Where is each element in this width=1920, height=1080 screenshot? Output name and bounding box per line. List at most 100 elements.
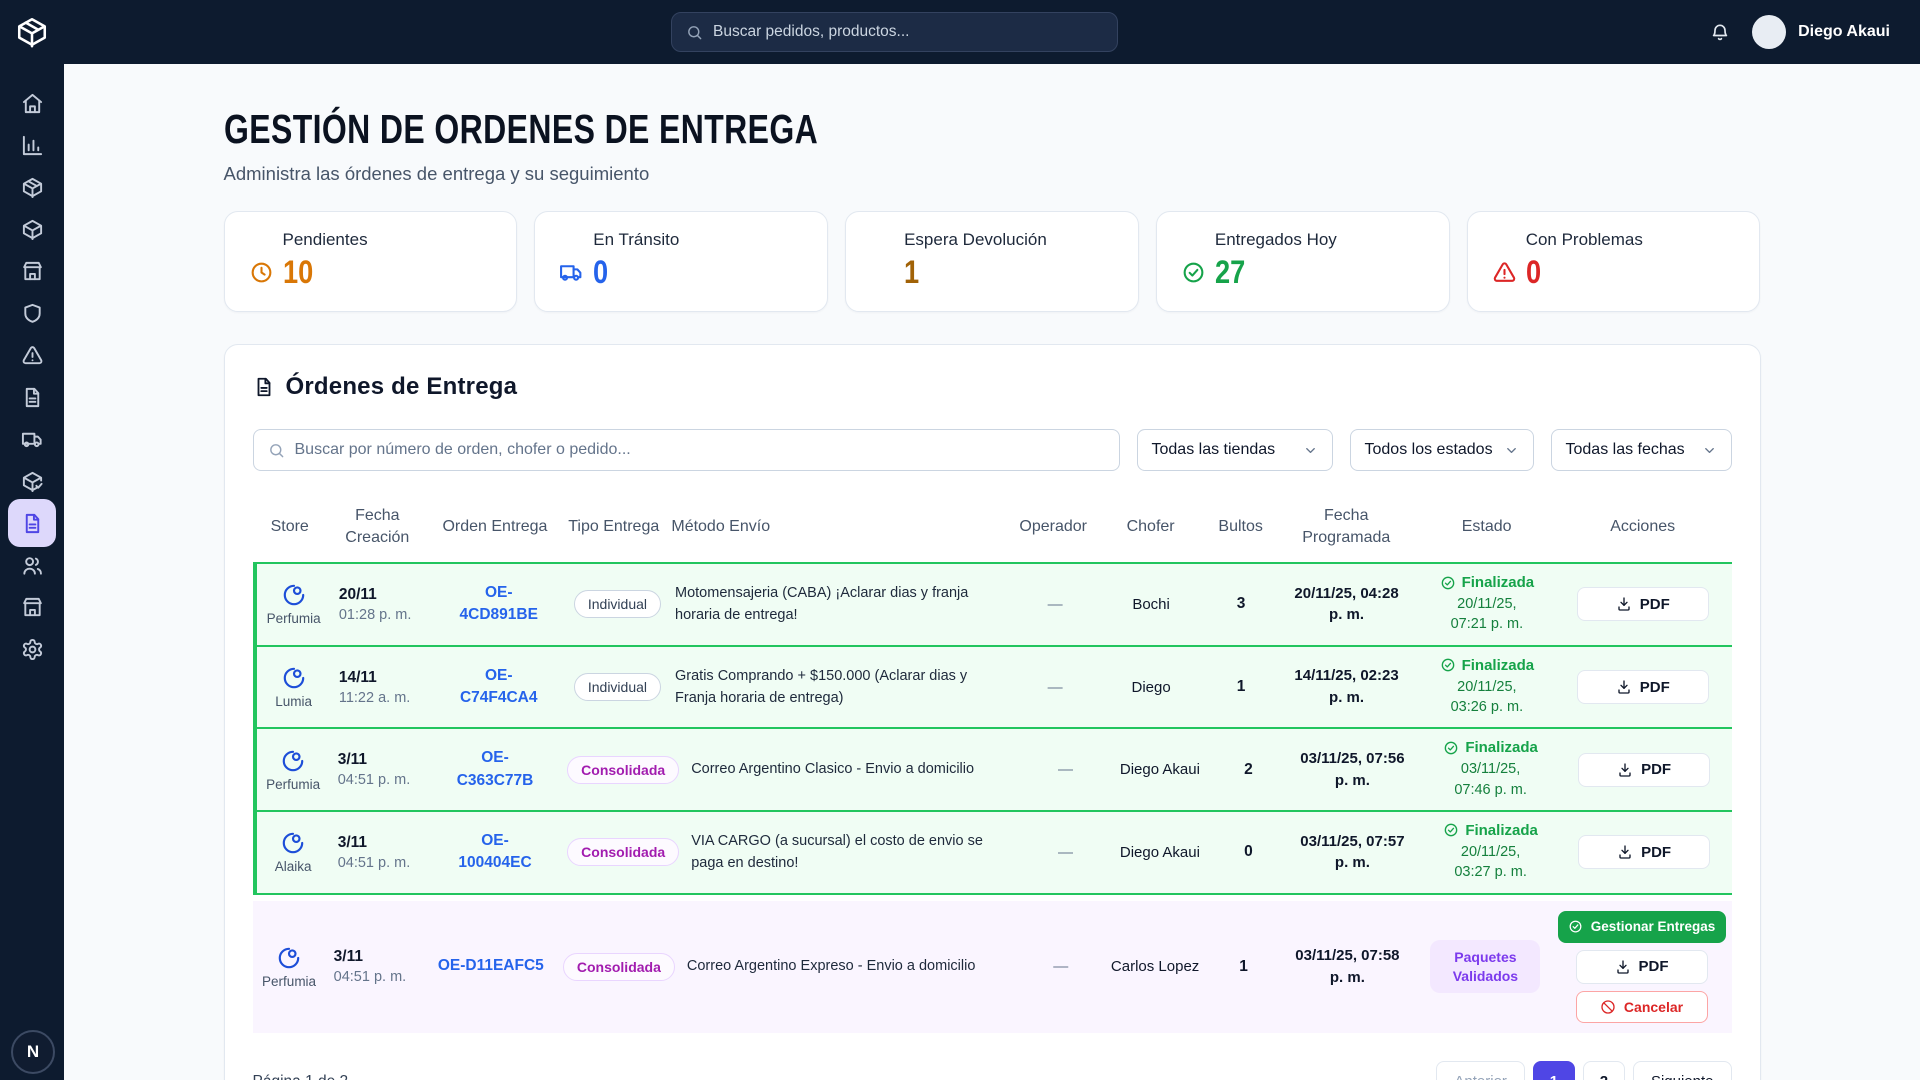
fecha-programada-cell: 03/11/25, 07:56 p. m. [1280, 748, 1424, 792]
stat-label: Espera Devolución [904, 230, 1114, 250]
global-search [671, 12, 1118, 52]
sidebar-item-3-box[interactable] [8, 208, 56, 250]
tipo-badge: Individual [574, 673, 661, 701]
column-header-7: Bultos [1208, 516, 1273, 538]
sidebar-item-6-alert-triangle[interactable] [8, 334, 56, 376]
column-header-0: Store [253, 516, 327, 538]
order-link[interactable]: OE-D11EAFC5 [438, 957, 544, 974]
pagination: Página 1 de 2 Anterior 12 Siguiente [253, 1061, 1732, 1080]
alert-triangle-icon [21, 344, 44, 367]
creation-time: 04:51 p. m. [338, 855, 423, 871]
acciones-cell: Gestionar Entregas PDF Cancelar [1552, 911, 1732, 1023]
fecha-creacion-cell: 14/1111:22 a. m. [331, 669, 432, 706]
swirl-logo-icon [280, 830, 306, 856]
tipo-entrega-cell: Individual [566, 590, 669, 618]
corner-logo[interactable]: N [11, 1030, 55, 1074]
download-icon [1615, 959, 1631, 975]
column-header-3: Tipo Entrega [562, 516, 665, 538]
sidebar-item-1-bar-chart[interactable] [8, 124, 56, 166]
sidebar [0, 64, 64, 1080]
operador-cell: — [1017, 596, 1094, 613]
pagination-page-2[interactable]: 2 [1583, 1061, 1625, 1080]
store-cell: Perfumia [257, 748, 330, 792]
search-icon [268, 442, 285, 459]
orden-cell: OE-4CD891BE [432, 582, 566, 627]
stat-value: 0 [593, 254, 608, 291]
operador-cell: — [1017, 679, 1094, 696]
app-logo[interactable] [0, 15, 64, 49]
orders-search-input[interactable] [295, 441, 1105, 459]
order-link[interactable]: OE-C363C77B [457, 749, 534, 788]
column-header-9: Estado [1419, 516, 1553, 538]
order-link[interactable]: OE-4CD891BE [460, 584, 538, 623]
pagination-next-button[interactable]: Siguiente [1633, 1061, 1732, 1080]
status-date: 20/11/25, 07:21 p. m. [1426, 594, 1548, 635]
pagination-page-1[interactable]: 1 [1533, 1061, 1575, 1080]
pdf-button[interactable]: PDF [1578, 835, 1710, 869]
table-row: Perfumia3/1104:51 p. m.OE-D11EAFC5Consol… [253, 901, 1732, 1033]
estado-cell: Finalizada03/11/25, 07:46 p. m. [1424, 739, 1556, 800]
topbar: Diego Akaui [0, 0, 1920, 64]
sidebar-item-5-shield[interactable] [8, 292, 56, 334]
pagination-prev-button[interactable]: Anterior [1436, 1061, 1525, 1080]
status-date: 03/11/25, 07:46 p. m. [1430, 759, 1550, 800]
gestionar-entregas-button[interactable]: Gestionar Entregas [1558, 911, 1726, 943]
sidebar-item-9-package-check[interactable] [8, 460, 56, 502]
tipo-badge: Consolidada [563, 953, 675, 981]
creation-time: 04:51 p. m. [338, 772, 423, 788]
swirl-logo-icon [281, 665, 307, 691]
store-name: Lumia [275, 694, 312, 709]
sidebar-item-2-package[interactable] [8, 166, 56, 208]
download-icon [1617, 762, 1633, 778]
pdf-button[interactable]: PDF [1577, 670, 1709, 704]
tipo-entrega-cell: Individual [566, 673, 669, 701]
download-icon [1616, 679, 1632, 695]
bell-icon[interactable] [1710, 22, 1730, 42]
sidebar-item-11-users[interactable] [8, 544, 56, 586]
stat-card-2: Espera Devolución 1 [845, 211, 1139, 312]
chevron-down-icon [1702, 443, 1717, 458]
column-header-5: Operador [1013, 516, 1093, 538]
column-header-6: Chofer [1093, 516, 1208, 538]
metodo-envio-cell: Correo Argentino Expreso - Envio a domic… [681, 955, 1023, 977]
pdf-button[interactable]: PDF [1576, 950, 1708, 984]
sidebar-item-12-store[interactable] [8, 586, 56, 628]
fecha-programada-cell: 03/11/25, 07:58 p. m. [1275, 945, 1419, 989]
sidebar-item-4-store[interactable] [8, 250, 56, 292]
pdf-button[interactable]: PDF [1578, 753, 1710, 787]
stat-value: 27 [1215, 254, 1245, 291]
sidebar-item-10-file-text[interactable] [8, 499, 56, 547]
order-link[interactable]: OE-100404EC [458, 832, 531, 871]
tipo-entrega-cell: Consolidada [561, 838, 685, 866]
order-link[interactable]: OE-C74F4CA4 [460, 667, 538, 706]
stat-value: 1 [904, 254, 919, 291]
file-text-icon [253, 376, 275, 398]
sidebar-item-8-truck[interactable] [8, 418, 56, 460]
store-filter[interactable]: Todas las tiendas [1137, 429, 1333, 471]
acciones-cell: PDF [1557, 835, 1732, 869]
operador-cell: — [1028, 844, 1104, 861]
sidebar-item-13-gear[interactable] [8, 628, 56, 670]
orden-cell: OE-100404EC [429, 830, 561, 875]
estado-cell: Finalizada20/11/25, 07:21 p. m. [1420, 574, 1554, 635]
acciones-cell: PDF [1554, 670, 1731, 704]
filter-value: Todas las tiendas [1152, 441, 1276, 459]
cancelar-button[interactable]: Cancelar [1576, 991, 1708, 1023]
stat-card-0: Pendientes10 [224, 211, 518, 312]
bultos-cell: 1 [1209, 678, 1274, 696]
box-icon [21, 218, 44, 241]
tipo-badge: Consolidada [567, 756, 679, 784]
orden-cell: OE-C363C77B [429, 747, 561, 792]
creation-time: 01:28 p. m. [339, 607, 426, 623]
stats-row: Pendientes10En Tránsito0Espera Devolució… [224, 211, 1761, 312]
stat-label: Con Problemas [1526, 230, 1736, 250]
user-menu[interactable]: Diego Akaui [1752, 15, 1890, 49]
sidebar-item-0-home[interactable] [8, 82, 56, 124]
sidebar-item-7-file-text[interactable] [8, 376, 56, 418]
global-search-input[interactable] [713, 23, 1103, 41]
gear-icon [21, 638, 44, 661]
pdf-button[interactable]: PDF [1577, 587, 1709, 621]
status-filter[interactable]: Todos los estados [1350, 429, 1534, 471]
date-filter[interactable]: Todas las fechas [1551, 429, 1732, 471]
creation-date: 20/11 [339, 586, 426, 604]
